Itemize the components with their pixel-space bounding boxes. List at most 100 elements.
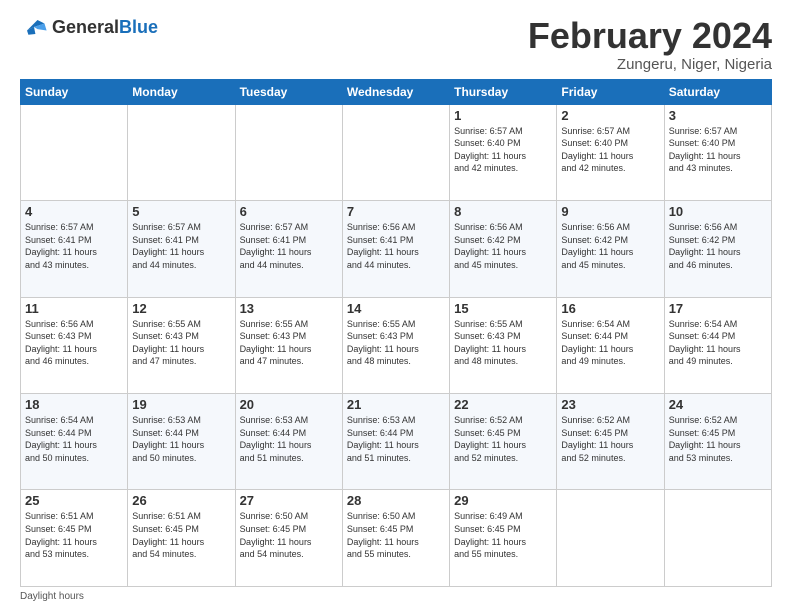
calendar-subtitle: Zungeru, Niger, Nigeria [528, 56, 772, 73]
logo: GeneralBlue [20, 16, 158, 38]
day-number: 14 [347, 301, 445, 316]
calendar-day-cell [235, 104, 342, 200]
header-row: SundayMondayTuesdayWednesdayThursdayFrid… [21, 79, 772, 104]
day-info: Sunrise: 6:54 AM Sunset: 6:44 PM Dayligh… [669, 318, 767, 368]
day-number: 26 [132, 493, 230, 508]
day-number: 5 [132, 204, 230, 219]
day-number: 23 [561, 397, 659, 412]
day-info: Sunrise: 6:54 AM Sunset: 6:44 PM Dayligh… [25, 414, 123, 464]
calendar-day-cell: 19Sunrise: 6:53 AM Sunset: 6:44 PM Dayli… [128, 394, 235, 490]
calendar-day-cell: 2 Sunrise: 6:57 AM Sunset: 6:40 PM Daylig… [557, 104, 664, 200]
day-number: 16 [561, 301, 659, 316]
day-number: 15 [454, 301, 552, 316]
calendar-day-cell: 9 Sunrise: 6:56 AM Sunset: 6:42 PM Daylig… [557, 201, 664, 297]
calendar-day-cell: 16 Sunrise: 6:54 AM Sunset: 6:44 PM Dayli… [557, 297, 664, 393]
calendar-day-cell: 20Sunrise: 6:53 AM Sunset: 6:44 PM Dayli… [235, 394, 342, 490]
day-info: Sunrise: 6:53 AM Sunset: 6:44 PM Dayligh… [132, 414, 230, 464]
day-info: Sunrise: 6:53 AM Sunset: 6:44 PM Dayligh… [347, 414, 445, 464]
calendar-week-row: 11 Sunrise: 6:56 AM Sunset: 6:43 PM Dayli… [21, 297, 772, 393]
day-info: Sunrise: 6:54 AM Sunset: 6:44 PM Dayligh… [561, 318, 659, 368]
day-number: 22 [454, 397, 552, 412]
calendar-header: SundayMondayTuesdayWednesdayThursdayFrid… [21, 79, 772, 104]
day-info: Sunrise: 6:55 AM Sunset: 6:43 PM Dayligh… [454, 318, 552, 368]
day-number: 24 [669, 397, 767, 412]
day-info: Sunrise: 6:57 AM Sunset: 6:41 PM Dayligh… [240, 221, 338, 271]
calendar-week-row: 18 Sunrise: 6:54 AM Sunset: 6:44 PM Dayli… [21, 394, 772, 490]
day-info: Sunrise: 6:56 AM Sunset: 6:41 PM Dayligh… [347, 221, 445, 271]
day-number: 18 [25, 397, 123, 412]
day-info: Sunrise: 6:57 AM Sunset: 6:40 PM Dayligh… [669, 125, 767, 175]
calendar-day-cell: 17 Sunrise: 6:54 AM Sunset: 6:44 PM Dayli… [664, 297, 771, 393]
day-number: 2 [561, 108, 659, 123]
day-number: 12 [132, 301, 230, 316]
calendar-day-cell: 8 Sunrise: 6:56 AM Sunset: 6:42 PM Daylig… [450, 201, 557, 297]
calendar-day-cell: 4 Sunrise: 6:57 AM Sunset: 6:41 PM Daylig… [21, 201, 128, 297]
day-number: 25 [25, 493, 123, 508]
logo-text: GeneralBlue [52, 17, 158, 38]
calendar-day-cell: 3 Sunrise: 6:57 AM Sunset: 6:40 PM Daylig… [664, 104, 771, 200]
day-number: 3 [669, 108, 767, 123]
logo-bird-icon [20, 16, 48, 38]
day-number: 11 [25, 301, 123, 316]
calendar-week-row: 25Sunrise: 6:51 AM Sunset: 6:45 PM Dayli… [21, 490, 772, 587]
day-number: 7 [347, 204, 445, 219]
day-number: 20 [240, 397, 338, 412]
day-info: Sunrise: 6:57 AM Sunset: 6:40 PM Dayligh… [454, 125, 552, 175]
logo-blue: Blue [119, 17, 158, 37]
day-info: Sunrise: 6:50 AM Sunset: 6:45 PM Dayligh… [347, 510, 445, 560]
header-day: Sunday [21, 79, 128, 104]
logo-general: General [52, 17, 119, 37]
calendar-day-cell: 26Sunrise: 6:51 AM Sunset: 6:45 PM Dayli… [128, 490, 235, 587]
day-number: 4 [25, 204, 123, 219]
day-info: Sunrise: 6:56 AM Sunset: 6:42 PM Dayligh… [669, 221, 767, 271]
calendar-day-cell: 29 Sunrise: 6:49 AM Sunset: 6:45 PM Dayli… [450, 490, 557, 587]
header: GeneralBlue February 2024 Zungeru, Niger… [20, 16, 772, 73]
day-info: Sunrise: 6:57 AM Sunset: 6:41 PM Dayligh… [25, 221, 123, 271]
calendar-body: 1 Sunrise: 6:57 AM Sunset: 6:40 PM Daylig… [21, 104, 772, 586]
day-info: Sunrise: 6:56 AM Sunset: 6:43 PM Dayligh… [25, 318, 123, 368]
day-info: Sunrise: 6:55 AM Sunset: 6:43 PM Dayligh… [132, 318, 230, 368]
day-number: 29 [454, 493, 552, 508]
calendar-day-cell [128, 104, 235, 200]
calendar-day-cell: 7 Sunrise: 6:56 AM Sunset: 6:41 PM Daylig… [342, 201, 449, 297]
day-number: 10 [669, 204, 767, 219]
calendar-table: SundayMondayTuesdayWednesdayThursdayFrid… [20, 79, 772, 587]
calendar-day-cell: 11 Sunrise: 6:56 AM Sunset: 6:43 PM Dayli… [21, 297, 128, 393]
day-number: 28 [347, 493, 445, 508]
calendar-day-cell: 6 Sunrise: 6:57 AM Sunset: 6:41 PM Daylig… [235, 201, 342, 297]
day-info: Sunrise: 6:55 AM Sunset: 6:43 PM Dayligh… [240, 318, 338, 368]
day-number: 13 [240, 301, 338, 316]
calendar-day-cell: 24Sunrise: 6:52 AM Sunset: 6:45 PM Dayli… [664, 394, 771, 490]
calendar-day-cell: 13 Sunrise: 6:55 AM Sunset: 6:43 PM Dayli… [235, 297, 342, 393]
calendar-title: February 2024 [528, 16, 772, 56]
day-info: Sunrise: 6:56 AM Sunset: 6:42 PM Dayligh… [454, 221, 552, 271]
calendar-day-cell [21, 104, 128, 200]
day-number: 9 [561, 204, 659, 219]
calendar-day-cell [342, 104, 449, 200]
calendar-day-cell [664, 490, 771, 587]
header-day: Thursday [450, 79, 557, 104]
header-day: Wednesday [342, 79, 449, 104]
calendar-day-cell: 21 Sunrise: 6:53 AM Sunset: 6:44 PM Dayli… [342, 394, 449, 490]
calendar-day-cell: 10 Sunrise: 6:56 AM Sunset: 6:42 PM Dayli… [664, 201, 771, 297]
calendar-day-cell: 18 Sunrise: 6:54 AM Sunset: 6:44 PM Dayli… [21, 394, 128, 490]
day-number: 6 [240, 204, 338, 219]
footer-note: Daylight hours [20, 591, 772, 602]
calendar-day-cell: 22 Sunrise: 6:52 AM Sunset: 6:45 PM Dayli… [450, 394, 557, 490]
day-number: 27 [240, 493, 338, 508]
day-number: 8 [454, 204, 552, 219]
day-info: Sunrise: 6:50 AM Sunset: 6:45 PM Dayligh… [240, 510, 338, 560]
day-number: 1 [454, 108, 552, 123]
day-number: 21 [347, 397, 445, 412]
calendar-day-cell: 25Sunrise: 6:51 AM Sunset: 6:45 PM Dayli… [21, 490, 128, 587]
day-info: Sunrise: 6:57 AM Sunset: 6:40 PM Dayligh… [561, 125, 659, 175]
header-day: Monday [128, 79, 235, 104]
calendar-week-row: 1 Sunrise: 6:57 AM Sunset: 6:40 PM Daylig… [21, 104, 772, 200]
day-info: Sunrise: 6:57 AM Sunset: 6:41 PM Dayligh… [132, 221, 230, 271]
day-info: Sunrise: 6:49 AM Sunset: 6:45 PM Dayligh… [454, 510, 552, 560]
header-day: Saturday [664, 79, 771, 104]
day-number: 17 [669, 301, 767, 316]
day-info: Sunrise: 6:52 AM Sunset: 6:45 PM Dayligh… [454, 414, 552, 464]
title-section: February 2024 Zungeru, Niger, Nigeria [528, 16, 772, 73]
day-info: Sunrise: 6:56 AM Sunset: 6:42 PM Dayligh… [561, 221, 659, 271]
